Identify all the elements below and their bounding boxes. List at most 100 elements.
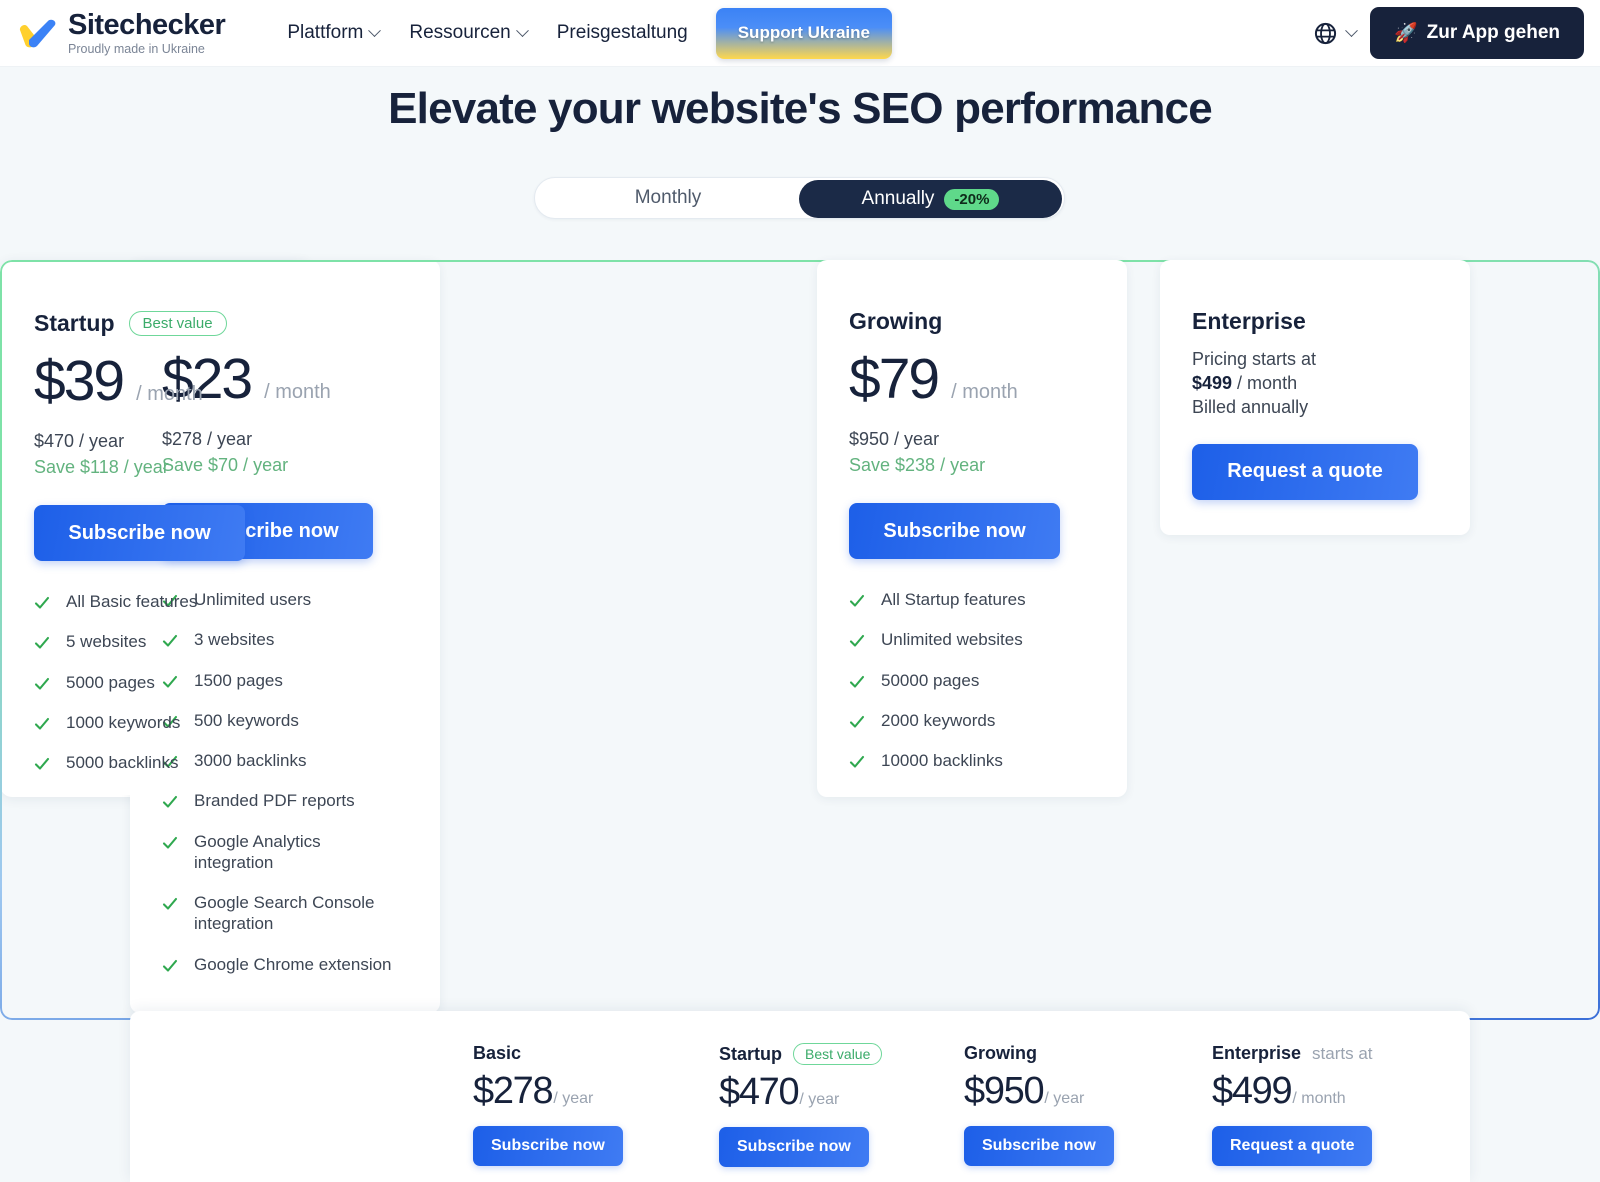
feature-item: All Startup features bbox=[849, 589, 1095, 610]
request-quote-button[interactable]: Request a quote bbox=[1192, 443, 1418, 500]
feature-label: 2000 keywords bbox=[881, 710, 996, 730]
sticky-best-value-badge: Best value bbox=[793, 1043, 883, 1065]
sticky-pricing-bar: Basic $278 / year Subscribe now Startup … bbox=[130, 1011, 1470, 1182]
nav-item-label: Preisgestaltung bbox=[556, 22, 688, 43]
plan-yearly-price: $470 / year bbox=[34, 431, 125, 451]
logo-tagline: Proudly made in Ukraine bbox=[68, 41, 205, 56]
sticky-plan-startup: Startup Best value $470 / year Subscribe… bbox=[719, 1043, 883, 1167]
pricing-card-startup: Startup Best value $39 / month $470 / ye… bbox=[0, 260, 310, 797]
sticky-price: $278 bbox=[473, 1070, 554, 1112]
sticky-price: $950 bbox=[964, 1070, 1045, 1112]
feature-item: 50000 pages bbox=[849, 670, 1095, 691]
pricing-cards: Basic $23 / month $278 / year Save $70 /… bbox=[0, 260, 1600, 1020]
plan-yearly-price: $950 / year bbox=[849, 429, 940, 449]
enterprise-price-period: / month bbox=[1232, 372, 1298, 393]
feature-item: 2000 keywords bbox=[849, 710, 1095, 731]
nav-item-ressourcen[interactable]: Ressourcen bbox=[409, 22, 529, 44]
support-ukraine-button[interactable]: Support Ukraine bbox=[715, 7, 892, 59]
logo-name: Sitechecker bbox=[68, 8, 226, 41]
plan-header: Startup Best value bbox=[34, 310, 276, 337]
plan-savings: Save $118 / year bbox=[34, 457, 169, 477]
nav-item-plattform[interactable]: Plattform bbox=[287, 22, 382, 44]
plan-price-period: / month bbox=[951, 381, 1018, 403]
language-selector[interactable] bbox=[1313, 21, 1358, 46]
subscribe-button[interactable]: Subscribe now bbox=[34, 505, 245, 561]
best-value-badge: Best value bbox=[128, 311, 227, 336]
header-right-group: 🚀 Zur App gehen bbox=[1313, 7, 1584, 59]
check-icon bbox=[34, 757, 50, 770]
sticky-plan-header: Startup Best value bbox=[719, 1043, 883, 1065]
sticky-price: $499 bbox=[1212, 1070, 1293, 1112]
sticky-plan-name: Growing bbox=[964, 1043, 1037, 1063]
feature-label: Branded PDF reports bbox=[194, 791, 355, 811]
sticky-subscribe-button[interactable]: Subscribe now bbox=[719, 1127, 869, 1167]
enterprise-billing-note: Billed annually bbox=[1192, 396, 1309, 417]
chevron-down-icon bbox=[368, 23, 382, 37]
sticky-plan-name: Startup bbox=[719, 1043, 782, 1064]
feature-item: 5000 backlinks bbox=[34, 752, 276, 773]
sticky-price-row: $278 / year bbox=[473, 1070, 623, 1113]
rocket-icon: 🚀 bbox=[1393, 23, 1418, 44]
toggle-monthly[interactable]: Monthly bbox=[535, 178, 801, 218]
chevron-down-icon bbox=[515, 23, 529, 37]
sticky-plan-name: Basic bbox=[473, 1043, 522, 1063]
feature-label: Google Analytics integration bbox=[194, 831, 321, 872]
main-nav: Plattform Ressourcen Preisgestaltung bbox=[287, 22, 687, 44]
sticky-plan-header: Basic bbox=[473, 1043, 623, 1064]
check-icon bbox=[849, 635, 865, 647]
sticky-price-row: $950 / year bbox=[964, 1070, 1114, 1113]
sticky-subscribe-button[interactable]: Subscribe now bbox=[473, 1126, 623, 1166]
sticky-plan-header: Enterprise starts at bbox=[1212, 1043, 1373, 1064]
check-icon bbox=[849, 594, 865, 607]
feature-label: 10000 backlinks bbox=[881, 751, 1003, 770]
feature-item: Google Chrome extension bbox=[162, 954, 408, 975]
feature-item: Unlimited websites bbox=[849, 629, 1095, 650]
chevron-down-icon bbox=[1345, 23, 1358, 37]
billing-period-toggle: Monthly Annually -20% bbox=[534, 177, 1065, 219]
check-icon bbox=[34, 717, 50, 730]
sticky-subscribe-button[interactable]: Subscribe now bbox=[964, 1126, 1114, 1166]
logo[interactable]: Sitechecker Proudly made in Ukraine bbox=[16, 8, 226, 56]
enterprise-price: $499 bbox=[1192, 372, 1233, 393]
sticky-plan-name: Enterprise bbox=[1212, 1043, 1302, 1063]
check-icon bbox=[849, 715, 865, 728]
plan-price: $39 bbox=[34, 349, 125, 413]
ukraine-check-icon bbox=[19, 19, 56, 48]
feature-label: Unlimited websites bbox=[881, 630, 1023, 650]
feature-label: All Basic features bbox=[66, 592, 198, 611]
plan-name: Enterprise bbox=[1192, 308, 1306, 334]
sticky-price-row: $470 / year bbox=[719, 1071, 882, 1114]
check-icon bbox=[34, 637, 50, 649]
nav-item-preisgestaltung[interactable]: Preisgestaltung bbox=[557, 22, 688, 44]
subscribe-button[interactable]: Subscribe now bbox=[849, 503, 1060, 559]
feature-label: Google Search Console integration bbox=[194, 893, 375, 934]
sticky-plan-header: Growing bbox=[964, 1043, 1114, 1064]
sticky-plan-subtext: starts at bbox=[1312, 1043, 1373, 1063]
plan-price-row: $39 / month bbox=[34, 348, 276, 414]
check-icon bbox=[849, 755, 865, 768]
pricing-card-enterprise: Enterprise Pricing starts at $499 / mont… bbox=[1160, 260, 1470, 535]
sticky-price-period: / year bbox=[799, 1091, 840, 1108]
feature-label: 1000 keywords bbox=[66, 712, 181, 732]
check-icon bbox=[162, 959, 178, 972]
check-icon bbox=[34, 677, 50, 690]
feature-label: All Startup features bbox=[881, 590, 1026, 609]
plan-name: Growing bbox=[849, 308, 943, 334]
feature-label: 5000 backlinks bbox=[66, 753, 179, 772]
feature-item: 10000 backlinks bbox=[849, 750, 1095, 771]
sticky-price-period: / month bbox=[1292, 1090, 1346, 1107]
feature-list: All Basic features 5 websites 5000 pages… bbox=[34, 591, 276, 773]
plan-price: $79 bbox=[849, 347, 940, 411]
sticky-price-period: / year bbox=[1044, 1090, 1085, 1107]
sticky-plan-basic: Basic $278 / year Subscribe now bbox=[473, 1043, 623, 1166]
plan-price-row: $79 / month bbox=[849, 346, 1095, 412]
toggle-annually-label: Annually bbox=[861, 188, 935, 209]
sticky-plan-growing: Growing $950 / year Subscribe now bbox=[964, 1043, 1114, 1166]
enterprise-pricing-intro: Pricing starts at bbox=[1192, 349, 1317, 369]
sticky-request-quote-button[interactable]: Request a quote bbox=[1212, 1126, 1373, 1166]
check-icon bbox=[162, 796, 178, 808]
go-to-app-button[interactable]: 🚀 Zur App gehen bbox=[1369, 7, 1584, 59]
toggle-annually[interactable]: Annually -20% bbox=[799, 180, 1062, 218]
globe-icon bbox=[1314, 22, 1337, 44]
sticky-price-period: / year bbox=[553, 1090, 594, 1107]
